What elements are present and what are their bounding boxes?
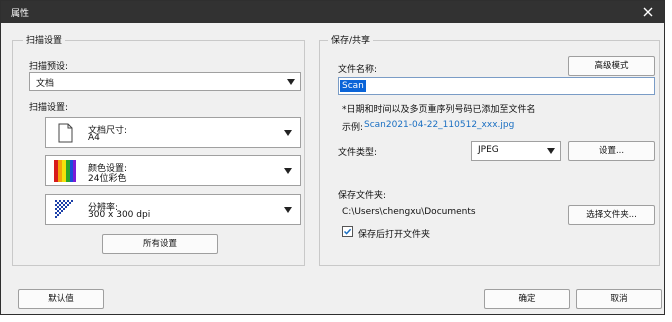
document-size-dropdown[interactable]: 文档尺寸: A4 [45, 117, 301, 148]
scan-settings-group: 扫描设置 扫描预设: 文档 扫描设置: 文档尺寸: A4 颜色设置: 24位彩色… [12, 33, 305, 266]
file-type-value: JPEG [478, 145, 499, 155]
resolution-grid-icon [53, 198, 77, 222]
file-type-label: 文件类型: [338, 148, 378, 158]
chevron-down-icon [284, 168, 292, 174]
file-type-settings-button[interactable]: 设置... [568, 141, 655, 161]
close-icon[interactable] [640, 4, 656, 20]
filename-note: *日期和时间以及多页重序列号码已添加至文件名 [342, 105, 536, 115]
example-filename: Scan2021-04-22_110512_xxx.jpg [364, 120, 515, 130]
title-bar: 属性 [1, 1, 664, 23]
save-share-group: 保存/共享 文件名称: 高级模式 Scan *日期和时间以及多页重序列号码已添加… [319, 33, 660, 266]
document-icon [53, 121, 77, 145]
window-title: 属性 [11, 9, 30, 19]
scan-preset-label: 扫描预设: [29, 62, 69, 72]
color-bars-icon [53, 159, 77, 183]
open-after-save-label: 保存后打开文件夹 [358, 230, 431, 240]
save-folder-label: 保存文件夹: [338, 191, 387, 201]
chevron-down-icon [284, 207, 292, 213]
all-settings-button[interactable]: 所有设置 [102, 234, 218, 254]
scan-preset-value: 文档 [36, 79, 55, 89]
resolution-dropdown[interactable]: 分辨率: 300 x 300 dpi [45, 194, 301, 225]
filename-label: 文件名称: [338, 65, 378, 75]
chevron-down-icon [284, 130, 292, 136]
chevron-down-icon [287, 79, 295, 85]
checkmark-icon [343, 228, 352, 235]
chevron-down-icon [547, 148, 555, 154]
scan-preset-dropdown[interactable]: 文档 [29, 72, 301, 91]
example-label: 示例: [342, 123, 364, 133]
open-after-save-checkbox[interactable] [342, 226, 353, 237]
cancel-button[interactable]: 取消 [576, 289, 662, 309]
resolution-value: 300 x 300 dpi [88, 210, 151, 220]
color-setting-value: 24位彩色 [88, 174, 127, 184]
save-share-group-title: 保存/共享 [328, 33, 374, 46]
color-setting-dropdown[interactable]: 颜色设置: 24位彩色 [45, 155, 301, 186]
filename-value: Scan [340, 80, 366, 92]
advanced-mode-button[interactable]: 高级模式 [568, 56, 655, 76]
properties-dialog: 属性 扫描设置 扫描预设: 文档 扫描设置: 文档尺寸: A4 颜色设置: 24… [0, 0, 665, 315]
document-size-value: A4 [88, 133, 100, 143]
save-folder-path: C:\Users\chengxu\Documents [342, 207, 476, 217]
choose-folder-button[interactable]: 选择文件夹... [568, 205, 655, 225]
ok-button[interactable]: 确定 [484, 289, 570, 309]
default-button[interactable]: 默认值 [18, 289, 104, 309]
filename-input[interactable]: Scan [338, 77, 655, 95]
scan-settings-label: 扫描设置: [29, 103, 69, 113]
file-type-dropdown[interactable]: JPEG [471, 141, 561, 161]
scan-settings-group-title: 扫描设置 [23, 33, 66, 46]
